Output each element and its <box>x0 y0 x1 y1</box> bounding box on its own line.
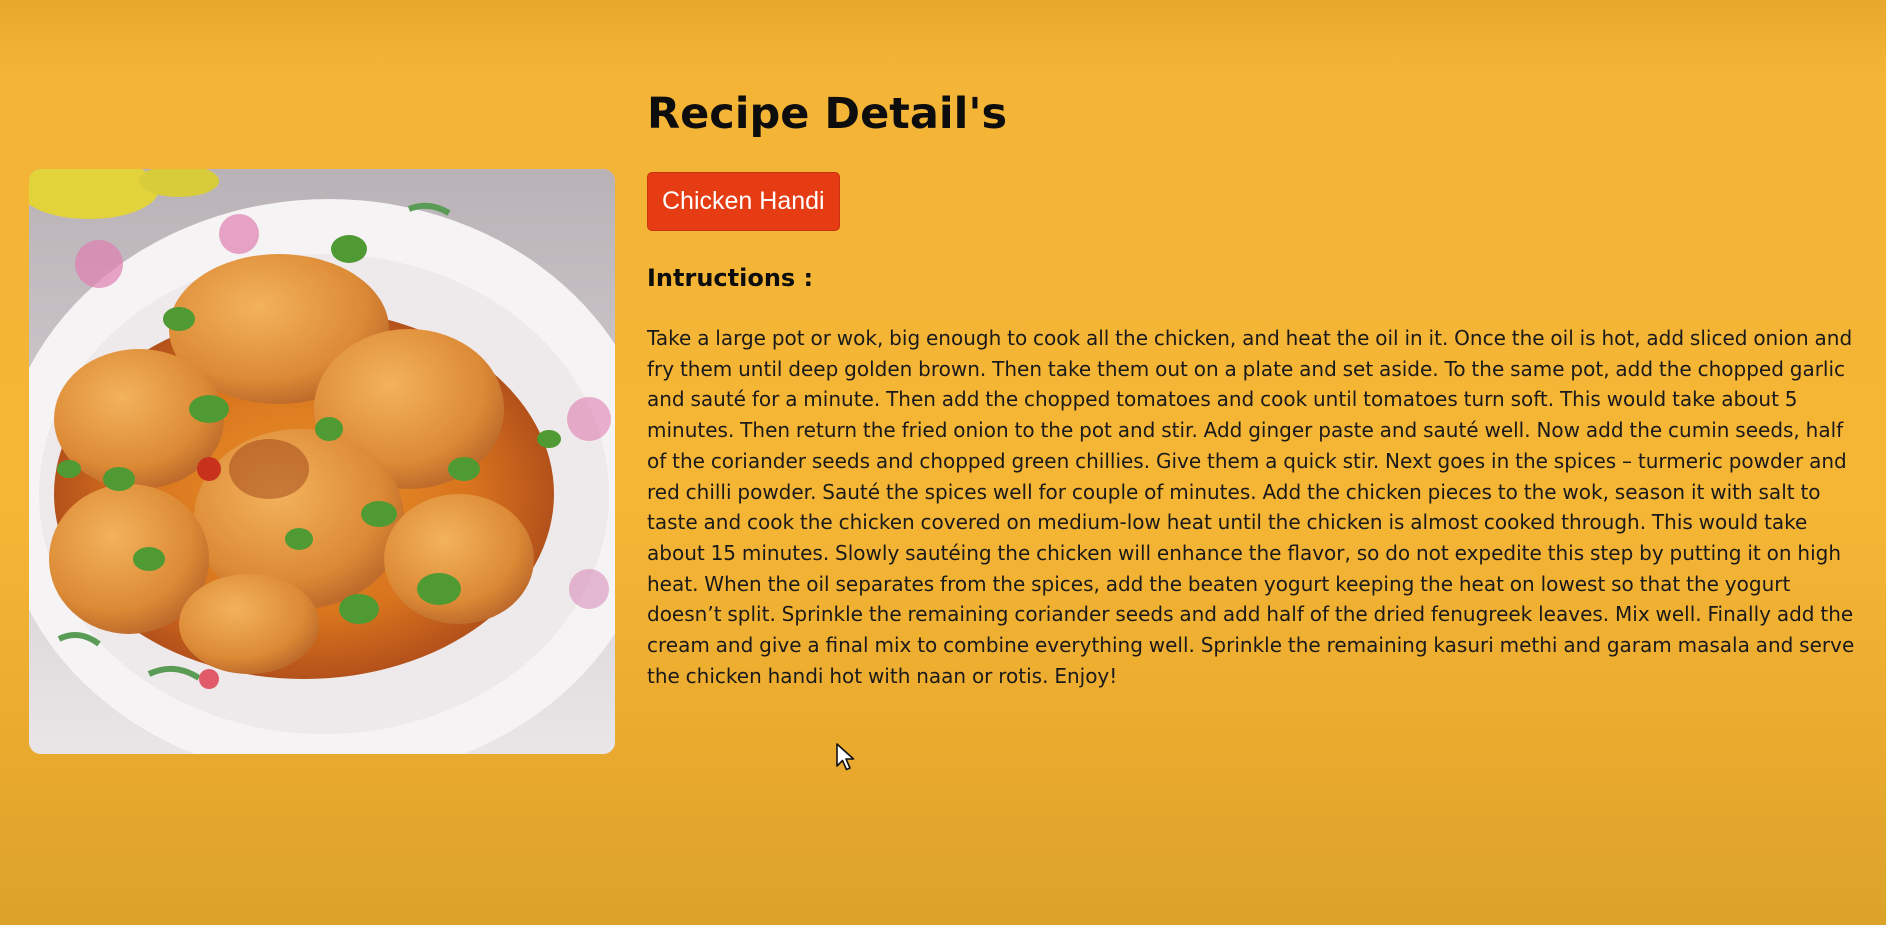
instructions-heading: Intructions : <box>647 264 814 292</box>
mouse-pointer-icon <box>836 743 855 771</box>
recipe-details: Recipe Detail's Chicken Handi Intruction… <box>647 82 1857 691</box>
page-title: Recipe Detail's <box>647 89 1008 139</box>
recipe-image <box>29 169 615 754</box>
recipe-name-button[interactable]: Chicken Handi <box>647 172 840 231</box>
instructions-text: Take a large pot or wok, big enough to c… <box>647 326 1855 688</box>
